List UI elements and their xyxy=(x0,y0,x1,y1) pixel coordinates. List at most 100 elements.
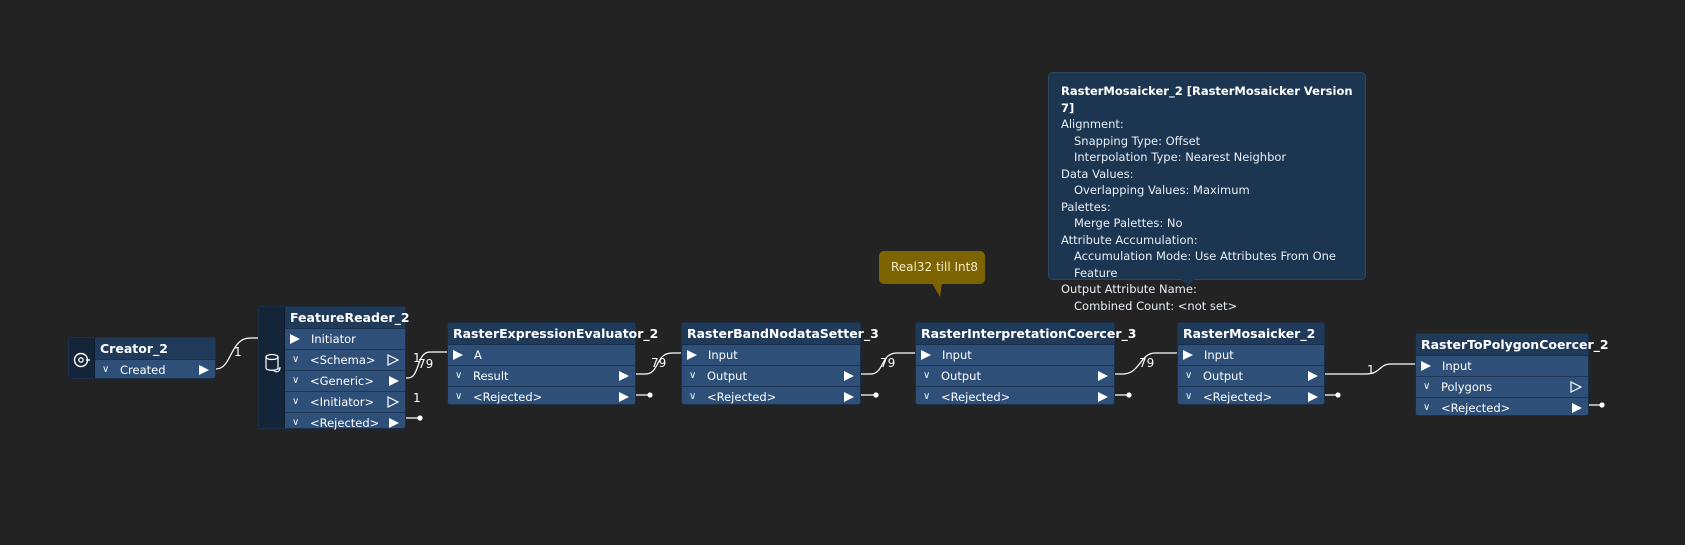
feature-count-label[interactable]: 1 xyxy=(413,391,421,405)
chevron-down-icon[interactable]: ∨ xyxy=(292,413,299,433)
nodata-setter-title: RasterBandNodataSetter_3 xyxy=(682,323,879,345)
port-label: <Rejected> xyxy=(473,390,543,404)
chevron-down-icon[interactable]: ∨ xyxy=(1423,377,1430,397)
port-label: <Rejected> xyxy=(1203,390,1273,404)
output-arrow-icon[interactable] xyxy=(619,371,629,381)
output-arrow-icon[interactable] xyxy=(1098,371,1108,381)
feature-count-label[interactable]: 79 xyxy=(1139,356,1154,370)
output-arrow-icon[interactable] xyxy=(1308,392,1318,402)
port-label: Output xyxy=(1203,369,1243,383)
output-arrow-icon[interactable] xyxy=(844,371,854,381)
creator-port-created[interactable]: ∨ Created xyxy=(95,360,215,380)
output-arrow-hollow-icon[interactable] xyxy=(387,354,399,366)
port-label: <Schema> xyxy=(310,353,376,367)
node-creator[interactable]: Creator_2 ∨ Created xyxy=(68,337,216,379)
polygon-coercer-port-input[interactable]: Input xyxy=(1416,356,1588,377)
feature-reader-port-rejected[interactable]: ∨ <Rejected> xyxy=(285,413,405,433)
chevron-down-icon[interactable]: ∨ xyxy=(102,360,109,380)
tooltip-section-line: Alignment: xyxy=(1061,117,1124,131)
port-label: Input xyxy=(942,348,972,362)
output-arrow-icon[interactable] xyxy=(389,418,399,428)
nodata-setter-port-input[interactable]: Input xyxy=(682,345,860,366)
tooltip-setting-line: Interpolation Type: Nearest Neighbor xyxy=(1074,150,1287,164)
node-raster-expression-evaluator[interactable]: RasterExpressionEvaluator_2 A ∨ Result ∨… xyxy=(447,322,658,407)
creator-icon xyxy=(73,352,90,368)
interpretation-coercer-port-rejected[interactable]: ∨ <Rejected> xyxy=(916,387,1114,407)
input-arrow-icon[interactable] xyxy=(290,334,300,344)
mosaicker-port-rejected[interactable]: ∨ <Rejected> xyxy=(1178,387,1324,407)
interpretation-coercer-port-input[interactable]: Input xyxy=(916,345,1114,366)
stub-dot-reader-rejected xyxy=(417,415,423,421)
feature-count-label[interactable]: 79 xyxy=(651,356,666,370)
polygon-coercer-port-polygons[interactable]: ∨ Polygons xyxy=(1416,377,1588,398)
feature-count-label[interactable]: 1 xyxy=(1367,363,1375,377)
expression-evaluator-port-rejected[interactable]: ∨ <Rejected> xyxy=(448,387,635,407)
mosaicker-title: RasterMosaicker_2 xyxy=(1178,323,1324,345)
chevron-down-icon[interactable]: ∨ xyxy=(689,387,696,407)
chevron-down-icon[interactable]: ∨ xyxy=(689,366,696,386)
stub-dot-mosaicker-rejected xyxy=(1335,392,1341,398)
port-label: <Rejected> xyxy=(310,416,380,430)
feature-count-label[interactable]: 79 xyxy=(880,356,895,370)
output-arrow-icon[interactable] xyxy=(1572,403,1582,413)
input-arrow-icon[interactable] xyxy=(1183,350,1193,360)
chevron-down-icon[interactable]: ∨ xyxy=(1185,387,1192,407)
annotation-text: Real32 till Int8 xyxy=(891,260,978,274)
feature-reader-port-schema[interactable]: ∨ <Schema> xyxy=(285,350,405,371)
node-raster-mosaicker[interactable]: RasterMosaicker_2 Input ∨ Output ∨ <Reje… xyxy=(1177,322,1325,405)
output-arrow-icon[interactable] xyxy=(844,392,854,402)
mosaicker-port-output[interactable]: ∨ Output xyxy=(1178,366,1324,387)
input-arrow-icon[interactable] xyxy=(1421,361,1431,371)
tooltip-setting-line: Snapping Type: Offset xyxy=(1074,133,1201,148)
workspace-canvas[interactable]: Creator_2 ∨ Created FeatureReader_2 Init… xyxy=(0,0,1685,545)
chevron-down-icon[interactable]: ∨ xyxy=(292,392,299,412)
feature-reader-port-initiator-out[interactable]: ∨ <Initiator> xyxy=(285,392,405,413)
chevron-down-icon[interactable]: ∨ xyxy=(1423,398,1430,418)
feature-count-label[interactable]: 1 xyxy=(234,345,242,359)
interpretation-coercer-title: RasterInterpretationCoercer_3 xyxy=(916,323,1136,345)
node-raster-band-nodata-setter[interactable]: RasterBandNodataSetter_3 Input ∨ Output … xyxy=(681,322,879,407)
annotation-bubble[interactable]: Real32 till Int8 xyxy=(879,251,985,297)
stub-dot-polygon-rejected xyxy=(1599,402,1605,408)
creator-icon-strip xyxy=(69,338,95,378)
nodata-setter-port-output[interactable]: ∨ Output xyxy=(682,366,860,387)
output-arrow-icon[interactable] xyxy=(1308,371,1318,381)
port-label: <Generic> xyxy=(310,374,374,388)
output-arrow-hollow-icon[interactable] xyxy=(1570,381,1582,393)
expression-evaluator-title: RasterExpressionEvaluator_2 xyxy=(448,323,658,345)
output-arrow-hollow-icon[interactable] xyxy=(387,396,399,408)
interpretation-coercer-port-output[interactable]: ∨ Output xyxy=(916,366,1114,387)
stub-dot-coercer-rejected xyxy=(1126,392,1132,398)
chevron-down-icon[interactable]: ∨ xyxy=(923,366,930,386)
feature-reader-port-generic[interactable]: ∨ <Generic> xyxy=(285,371,405,392)
mosaicker-port-input[interactable]: Input xyxy=(1178,345,1324,366)
tooltip-section-line: Attribute Accumulation: xyxy=(1061,232,1198,247)
node-feature-reader[interactable]: FeatureReader_2 Initiator ∨ <Schema> ∨ <… xyxy=(258,306,410,430)
nodata-setter-port-rejected[interactable]: ∨ <Rejected> xyxy=(682,387,860,407)
expression-evaluator-port-a[interactable]: A xyxy=(448,345,635,366)
input-arrow-icon[interactable] xyxy=(687,350,697,360)
chevron-down-icon[interactable]: ∨ xyxy=(1185,366,1192,386)
input-arrow-icon[interactable] xyxy=(921,350,931,360)
output-arrow-icon[interactable] xyxy=(199,365,209,375)
tooltip-section-line: Palettes: xyxy=(1061,199,1111,214)
chevron-down-icon[interactable]: ∨ xyxy=(292,371,299,391)
polygon-coercer-port-rejected[interactable]: ∨ <Rejected> xyxy=(1416,398,1588,418)
chevron-down-icon[interactable]: ∨ xyxy=(292,350,299,370)
expression-evaluator-port-result[interactable]: ∨ Result xyxy=(448,366,635,387)
chevron-down-icon[interactable]: ∨ xyxy=(455,366,462,386)
output-arrow-icon[interactable] xyxy=(1098,392,1108,402)
tooltip-setting-line: Merge Palettes: No xyxy=(1074,216,1183,230)
feature-reader-port-initiator[interactable]: Initiator xyxy=(285,329,405,350)
connection-wires xyxy=(215,337,1605,421)
chevron-down-icon[interactable]: ∨ xyxy=(455,387,462,407)
output-arrow-icon[interactable] xyxy=(619,392,629,402)
port-label: Initiator xyxy=(311,332,356,346)
output-arrow-icon[interactable] xyxy=(389,376,399,386)
stub-dot-setter-rejected xyxy=(873,392,879,398)
input-arrow-icon[interactable] xyxy=(453,350,463,360)
feature-count-label[interactable]: 79 xyxy=(418,357,433,371)
node-raster-to-polygon-coercer[interactable]: RasterToPolygonCoercer_2 Input ∨ Polygon… xyxy=(1415,333,1609,418)
node-raster-interpretation-coercer[interactable]: RasterInterpretationCoercer_3 Input ∨ Ou… xyxy=(915,322,1136,407)
chevron-down-icon[interactable]: ∨ xyxy=(923,387,930,407)
